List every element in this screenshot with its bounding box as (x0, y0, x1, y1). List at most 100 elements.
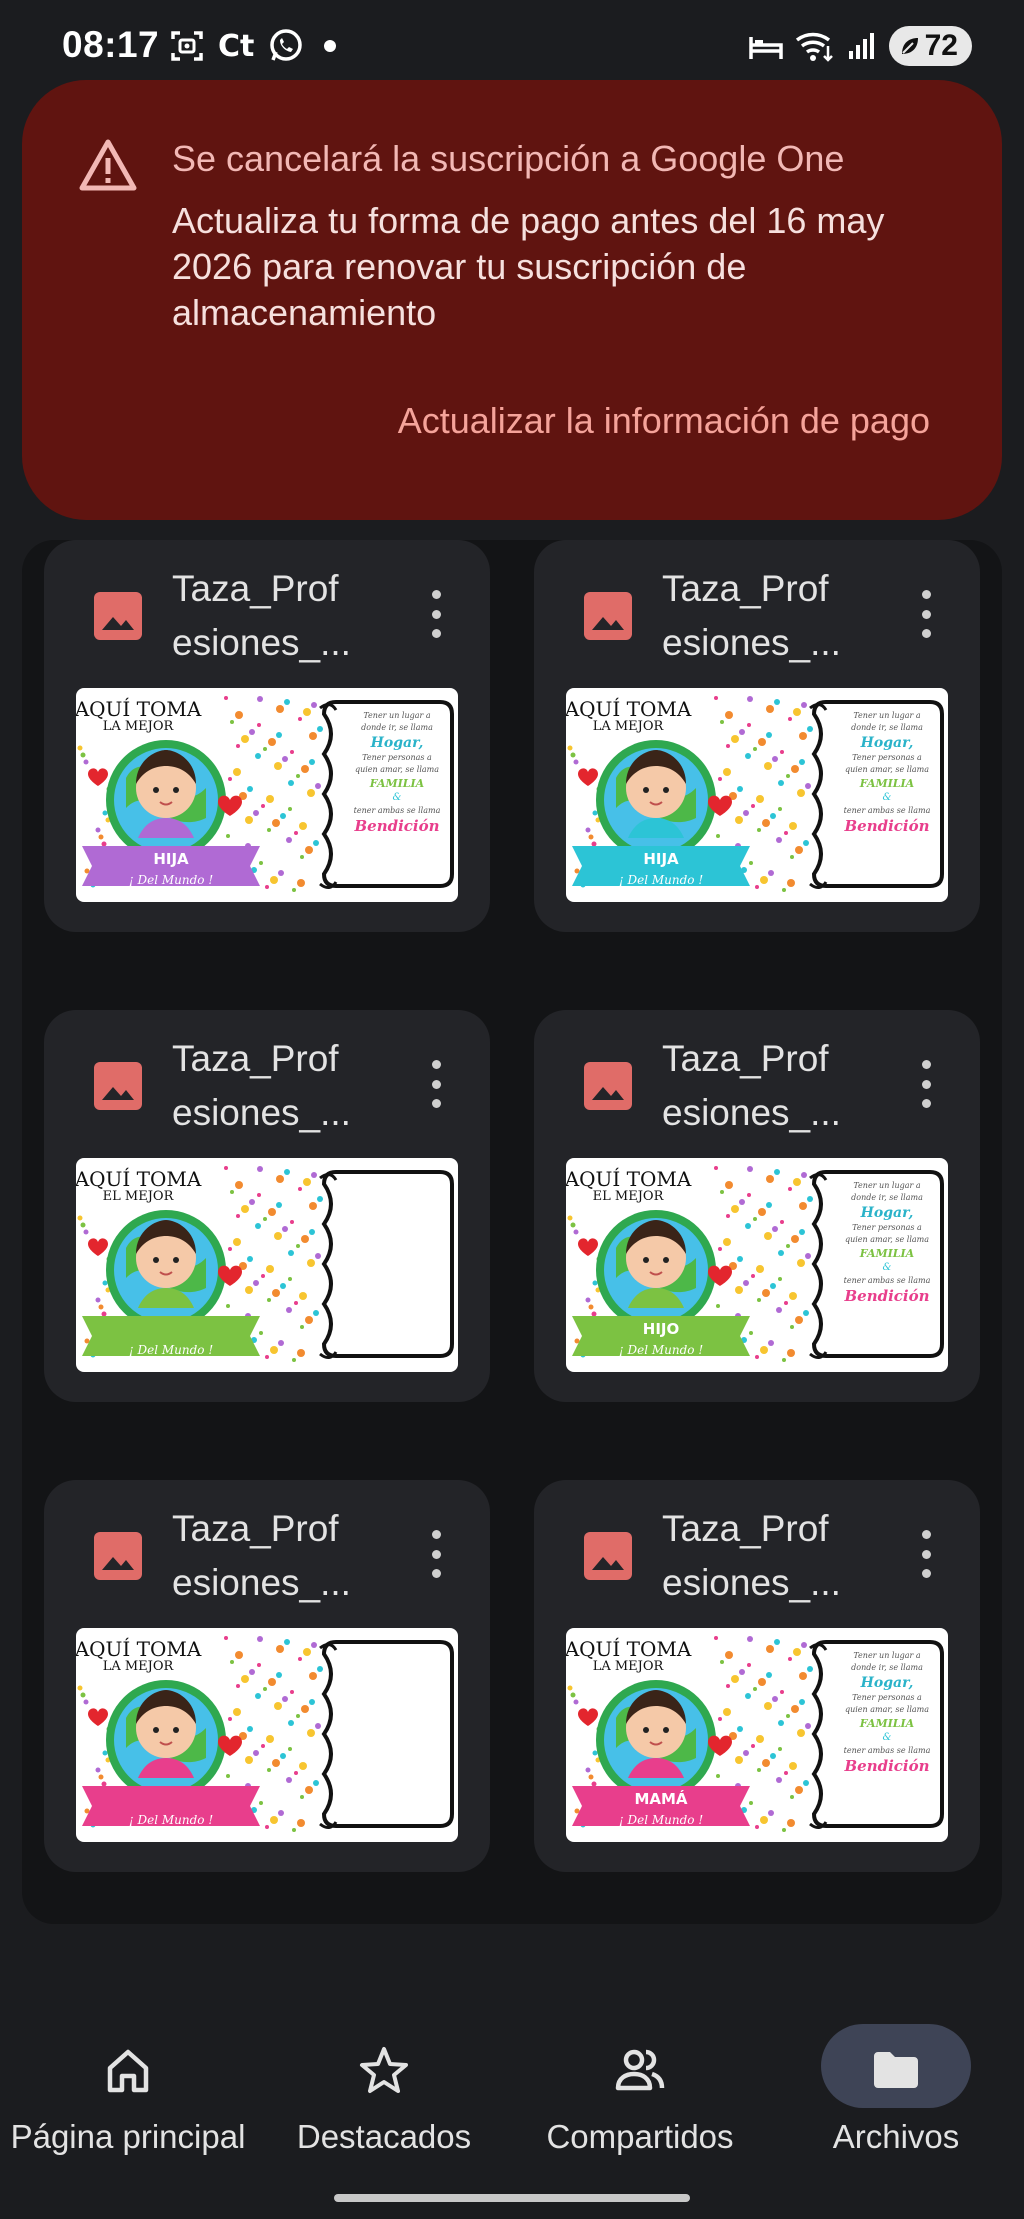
signal-icon (847, 31, 877, 61)
poem-line: Bendición (844, 1287, 930, 1305)
poem-line: tener ambas se llama (843, 806, 931, 815)
thumbnail-heading: AQUÍ TOMA (566, 697, 692, 721)
poem-line: Hogar, (860, 1205, 914, 1221)
poem-line: FAMILIA (859, 1247, 915, 1260)
update-payment-button[interactable]: Actualizar la información de pago (398, 400, 930, 442)
poem-line: tener ambas se llama (843, 1276, 931, 1285)
file-card[interactable]: Taza_Prof esiones_... AQUÍ TOMA LA MEJOR MAM… (534, 1480, 980, 1872)
file-name-line-1: Taza_Prof (662, 568, 829, 609)
thumbnail-subheading: EL MEJOR (593, 1189, 665, 1204)
poem-line: donde ir, se llama (851, 723, 923, 732)
poem-line: quien amar, se llama (354, 765, 440, 774)
poem-line: Hogar, (860, 1675, 914, 1691)
file-thumbnail: AQUÍ TOMA LA MEJOR ¡ Del Mundo ! (76, 1628, 458, 1842)
poem-line: Bendición (844, 817, 930, 835)
thumbnail-ribbon-sub: ¡ Del Mundo ! (129, 873, 213, 887)
folder-icon (874, 2052, 918, 2088)
thumbnail-heading: AQUÍ TOMA (566, 1167, 692, 1191)
thumbnail-heading: AQUÍ TOMA (76, 1637, 202, 1661)
file-name-line-2: esiones_... (172, 1092, 351, 1133)
poem-line: & (882, 792, 892, 803)
home-indicator[interactable] (334, 2194, 690, 2202)
file-card[interactable]: Taza_Prof esiones_... AQUÍ TOMA LA MEJOR ¡ D… (44, 1480, 490, 1872)
file-name-line-1: Taza_Prof (662, 1508, 829, 1549)
thumbnail-ribbon-sub: ¡ Del Mundo ! (129, 1343, 213, 1357)
file-name-line-2: esiones_... (662, 1562, 841, 1603)
poem-line: Hogar, (860, 735, 914, 751)
file-name-line-2: esiones_... (172, 1562, 351, 1603)
poem-line: & (882, 1732, 892, 1743)
poem-line: Tener personas a (852, 753, 922, 762)
poem-line: & (392, 792, 402, 803)
file-name-line-1: Taza_Prof (172, 1038, 339, 1079)
poem-line: FAMILIA (859, 1717, 915, 1730)
thumbnail-ribbon-sub: ¡ Del Mundo ! (129, 1813, 213, 1827)
ct-icon: Ct (218, 28, 255, 64)
poem-line: Tener un lugar a (853, 1651, 921, 1660)
thumbnail-subheading: LA MEJOR (593, 719, 665, 734)
image-file-icon (94, 1062, 142, 1110)
screenshot-icon (170, 29, 204, 63)
thumbnail-poem: Tener un lugar a donde ir, se llama Hogar,… (828, 1650, 946, 1776)
file-card[interactable]: Taza_Prof esiones_... AQUÍ TOMA LA MEJOR HIJ… (534, 540, 980, 932)
file-name: Taza_Prof esiones_... (662, 562, 892, 670)
file-name: Taza_Prof esiones_... (172, 1502, 402, 1610)
thumbnail-subheading: LA MEJOR (593, 1659, 665, 1674)
file-thumbnail: AQUÍ TOMA LA MEJOR HIJA ¡ Del Mundo ! Tener … (76, 688, 458, 902)
file-card[interactable]: Taza_Prof esiones_... AQUÍ TOMA EL MEJOR ¡ D… (44, 1010, 490, 1402)
thumbnail-subheading: LA MEJOR (103, 719, 175, 734)
more-options-button[interactable] (430, 590, 442, 638)
more-options-button[interactable] (920, 1530, 932, 1578)
thumbnail-heading: AQUÍ TOMA (76, 1167, 202, 1191)
poem-line: Tener un lugar a (853, 711, 921, 720)
nav-item-starred[interactable]: Destacados (256, 2000, 512, 2155)
file-name: Taza_Prof esiones_... (172, 562, 402, 670)
banner-title: Se cancelará la suscripción a Google One (172, 138, 845, 179)
thumbnail-ribbon-sub: ¡ Del Mundo ! (619, 1813, 703, 1827)
wifi-icon (795, 30, 835, 62)
image-file-icon (94, 1532, 142, 1580)
file-name-line-1: Taza_Prof (172, 1508, 339, 1549)
more-options-button[interactable] (430, 1060, 442, 1108)
image-file-icon (584, 1062, 632, 1110)
poem-line: quien amar, se llama (844, 1235, 930, 1244)
thumbnail-heading: AQUÍ TOMA (566, 1637, 692, 1661)
poem-line: FAMILIA (859, 777, 915, 790)
nav-label-files: Archivos (832, 2118, 960, 2155)
file-thumbnail: AQUÍ TOMA LA MEJOR MAMÁ ¡ Del Mundo ! Tener … (566, 1628, 948, 1842)
battery-indicator: 72 (888, 26, 972, 66)
thumbnail-subheading: LA MEJOR (103, 1659, 175, 1674)
nav-item-shared[interactable]: Compartidos (512, 2000, 768, 2155)
file-name: Taza_Prof esiones_... (662, 1032, 892, 1140)
nav-item-home[interactable]: Página principal (0, 2000, 256, 2155)
file-name-line-1: Taza_Prof (662, 1038, 829, 1079)
nav-label-starred: Destacados (296, 2118, 472, 2155)
warning-icon (79, 139, 137, 191)
file-card[interactable]: Taza_Prof esiones_... AQUÍ TOMA EL MEJOR HIJ… (534, 1010, 980, 1402)
poem-line: donde ir, se llama (851, 1193, 923, 1202)
more-options-button[interactable] (430, 1530, 442, 1578)
thumbnail-ribbon-sub: ¡ Del Mundo ! (619, 1343, 703, 1357)
battery-saver-icon (901, 38, 918, 54)
nav-item-files[interactable]: Archivos (768, 2000, 1024, 2155)
image-file-icon (584, 1532, 632, 1580)
file-card[interactable]: Taza_Prof esiones_... AQUÍ TOMA LA MEJOR HIJ… (44, 540, 490, 932)
subscription-warning-banner: Se cancelará la suscripción a Google One… (22, 80, 1002, 520)
file-name-line-2: esiones_... (172, 622, 351, 663)
poem-line: & (882, 1262, 892, 1273)
more-options-button[interactable] (920, 590, 932, 638)
thumbnail-ribbon: HIJA (153, 850, 189, 868)
file-name-line-2: esiones_... (662, 622, 841, 663)
file-thumbnail: AQUÍ TOMA EL MEJOR HIJO ¡ Del Mundo ! Tener … (566, 1158, 948, 1372)
whatsapp-icon (268, 28, 304, 64)
bed-icon (748, 31, 783, 61)
poem-line: Bendición (844, 1757, 930, 1775)
more-options-button[interactable] (920, 1060, 932, 1108)
file-thumbnail: AQUÍ TOMA LA MEJOR HIJA ¡ Del Mundo ! Tener … (566, 688, 948, 902)
nav-label-shared: Compartidos (546, 2118, 734, 2155)
file-name: Taza_Prof esiones_... (662, 1502, 892, 1610)
poem-line: Tener personas a (852, 1693, 922, 1702)
thumbnail-poem: Tener un lugar a donde ir, se llama Hogar,… (828, 1180, 946, 1306)
banner-body: Actualiza tu forma de pago antes del 16 … (172, 200, 885, 333)
file-thumbnail: AQUÍ TOMA EL MEJOR ¡ Del Mundo ! (76, 1158, 458, 1372)
